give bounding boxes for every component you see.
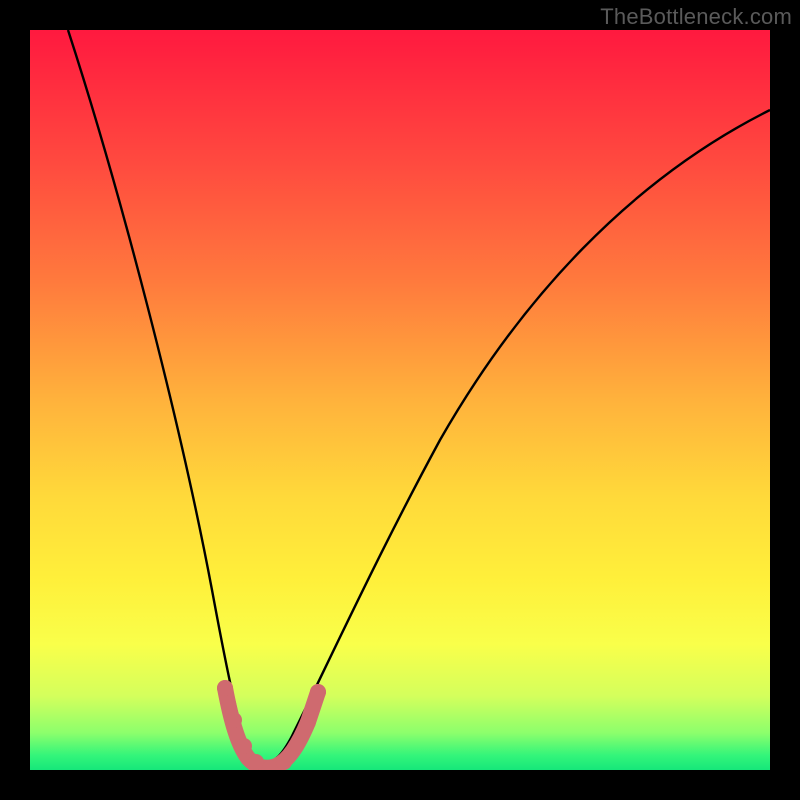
chart-frame: TheBottleneck.com [0,0,800,800]
curve-layer [30,30,770,770]
watermark-text: TheBottleneck.com [600,4,792,30]
bottleneck-curve [68,30,770,763]
plot-area [30,30,770,770]
